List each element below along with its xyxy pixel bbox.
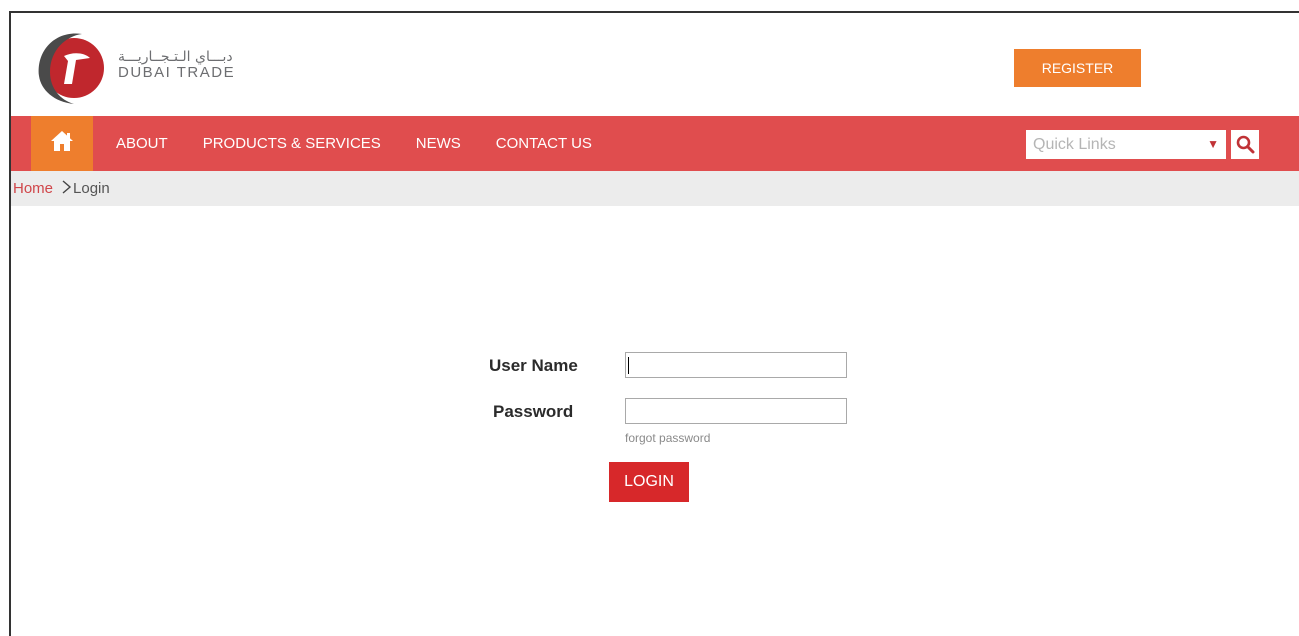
quick-links-placeholder: Quick Links — [1033, 136, 1116, 153]
nav-item-about[interactable]: ABOUT — [116, 135, 168, 152]
search-button[interactable] — [1231, 130, 1259, 159]
breadcrumb: Home Login — [11, 171, 1299, 206]
home-icon — [51, 131, 73, 151]
dubai-trade-logo-mark — [38, 33, 104, 104]
quick-links-select[interactable]: Quick Links ▼ — [1026, 130, 1226, 159]
chevron-right-icon — [62, 179, 72, 198]
password-label: Password — [493, 402, 574, 421]
username-input[interactable] — [625, 352, 847, 378]
logo-arabic-text: دبـــاي الـتـجــاريـــة — [118, 49, 233, 65]
nav-links: ABOUT PRODUCTS & SERVICES NEWS CONTACT U… — [116, 116, 627, 171]
text-cursor — [628, 357, 629, 374]
nav-item-contact-us[interactable]: CONTACT US — [496, 135, 592, 152]
home-nav-button[interactable] — [31, 116, 93, 171]
search-icon — [1236, 135, 1255, 154]
site-header: دبـــاي الـتـجــاريـــة DUBAI TRADE REGI… — [11, 13, 1299, 116]
forgot-password-link[interactable]: forgot password — [625, 431, 710, 445]
main-nav: ABOUT PRODUCTS & SERVICES NEWS CONTACT U… — [11, 116, 1299, 171]
nav-item-products-services[interactable]: PRODUCTS & SERVICES — [203, 135, 381, 152]
username-label: User Name — [489, 356, 578, 375]
dropdown-caret-icon: ▼ — [1207, 137, 1219, 151]
logo-english-text: DUBAI TRADE — [118, 64, 236, 81]
register-button[interactable]: REGISTER — [1014, 49, 1141, 87]
nav-item-news[interactable]: NEWS — [416, 135, 461, 152]
page-frame: دبـــاي الـتـجــاريـــة DUBAI TRADE REGI… — [9, 11, 1299, 636]
breadcrumb-current: Login — [73, 180, 110, 197]
login-button[interactable]: LOGIN — [609, 462, 689, 502]
breadcrumb-home-link[interactable]: Home — [13, 180, 53, 197]
dubai-trade-logo[interactable]: دبـــاي الـتـجــاريـــة DUBAI TRADE — [36, 28, 256, 106]
password-input[interactable] — [625, 398, 847, 424]
logo-text: دبـــاي الـتـجــاريـــة DUBAI TRADE — [118, 50, 235, 81]
